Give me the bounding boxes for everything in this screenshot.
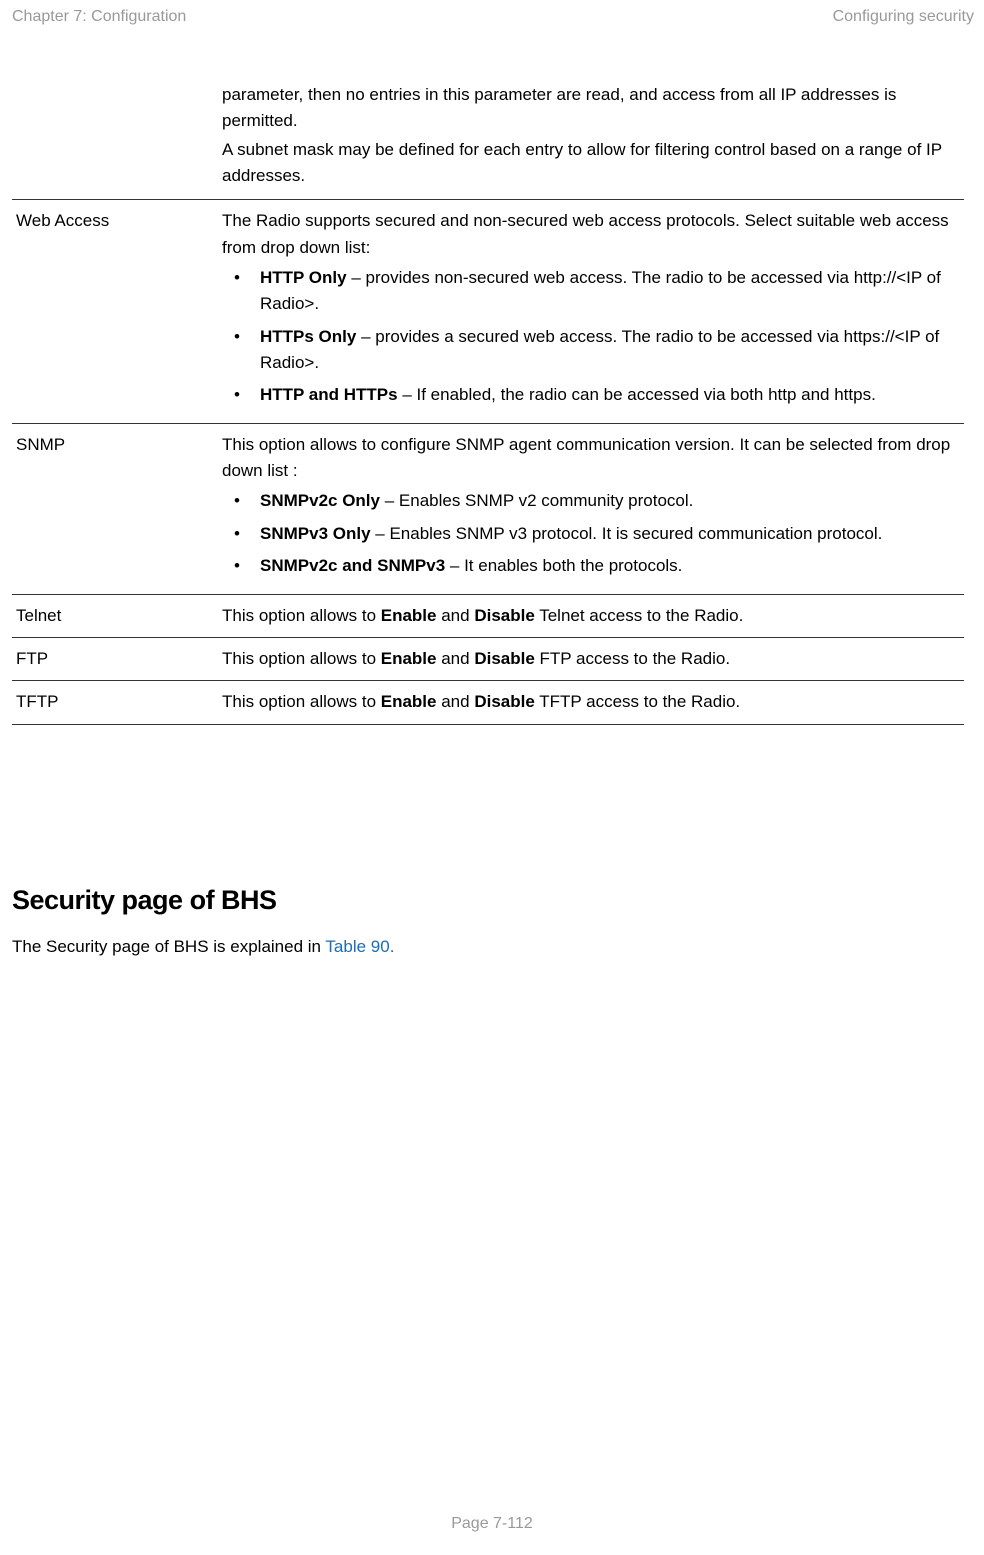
bold-term: HTTPs Only — [260, 327, 356, 346]
section-pre: The Security page of BHS is explained in — [12, 937, 325, 956]
list-item: SNMPv3 Only – Enables SNMP v3 protocol. … — [222, 521, 952, 547]
table-row: Telnet This option allows to Enable and … — [12, 594, 964, 637]
t: FTP access to the Radio. — [535, 649, 730, 668]
row-label: SNMP — [12, 423, 222, 594]
t: This option allows to — [222, 692, 381, 711]
row-desc: This option allows to Enable and Disable… — [222, 594, 964, 637]
list-item: HTTP and HTTPs – If enabled, the radio c… — [222, 382, 952, 408]
row-desc: The Radio supports secured and non-secur… — [222, 200, 964, 423]
item-text: – It enables both the protocols. — [445, 556, 682, 575]
bold-term: HTTP and HTTPs — [260, 385, 398, 404]
item-text: – Enables SNMP v2 community protocol. — [380, 491, 693, 510]
row-label: Telnet — [12, 594, 222, 637]
snmp-list: SNMPv2c Only – Enables SNMP v2 community… — [222, 488, 952, 579]
bold-term: Disable — [474, 692, 534, 711]
list-item: HTTPs Only – provides a secured web acce… — [222, 324, 952, 377]
bold-term: SNMPv3 Only — [260, 524, 371, 543]
t: and — [437, 649, 475, 668]
item-text: – Enables SNMP v3 protocol. It is secure… — [371, 524, 883, 543]
list-item: SNMPv2c and SNMPv3 – It enables both the… — [222, 553, 952, 579]
list-item: HTTP Only – provides non-secured web acc… — [222, 265, 952, 318]
row-label: FTP — [12, 637, 222, 680]
item-text: – provides non-secured web access. The r… — [260, 268, 941, 313]
t: This option allows to — [222, 649, 381, 668]
bold-term: Enable — [381, 692, 437, 711]
table-row: SNMP This option allows to configure SNM… — [12, 423, 964, 594]
section-text: The Security page of BHS is explained in… — [12, 934, 964, 960]
row-desc: This option allows to Enable and Disable… — [222, 637, 964, 680]
row-desc: This option allows to configure SNMP age… — [222, 423, 964, 594]
webaccess-list: HTTP Only – provides non-secured web acc… — [222, 265, 952, 409]
bold-term: SNMPv2c and SNMPv3 — [260, 556, 445, 575]
t: Telnet access to the Radio. — [535, 606, 744, 625]
header-right: Configuring security — [833, 8, 974, 26]
page-footer: Page 7-112 — [0, 1515, 984, 1533]
intro-p2: A subnet mask may be defined for each en… — [222, 137, 952, 190]
bold-term: HTTP Only — [260, 268, 347, 287]
t: and — [437, 692, 475, 711]
row-label: Web Access — [12, 200, 222, 423]
item-text: – provides a secured web access. The rad… — [260, 327, 939, 372]
table-row: TFTP This option allows to Enable and Di… — [12, 681, 964, 724]
bold-term: SNMPv2c Only — [260, 491, 380, 510]
row-desc: This option allows to Enable and Disable… — [222, 681, 964, 724]
t: This option allows to — [222, 606, 381, 625]
section-heading: Security page of BHS — [12, 885, 964, 916]
item-text: – If enabled, the radio can be accessed … — [398, 385, 876, 404]
page-header: Chapter 7: Configuration Configuring sec… — [12, 8, 974, 26]
list-item: SNMPv2c Only – Enables SNMP v2 community… — [222, 488, 952, 514]
config-table: parameter, then no entries in this param… — [12, 74, 964, 725]
bold-term: Disable — [474, 606, 534, 625]
row-label-empty — [12, 74, 222, 200]
row-desc: parameter, then no entries in this param… — [222, 74, 964, 200]
table-link[interactable]: Table 90. — [325, 937, 394, 956]
t: and — [437, 606, 475, 625]
webaccess-intro: The Radio supports secured and non-secur… — [222, 208, 952, 261]
bold-term: Enable — [381, 649, 437, 668]
bold-term: Enable — [381, 606, 437, 625]
header-left: Chapter 7: Configuration — [12, 8, 186, 26]
main-content: parameter, then no entries in this param… — [12, 74, 974, 960]
table-row: Web Access The Radio supports secured an… — [12, 200, 964, 423]
bold-term: Disable — [474, 649, 534, 668]
table-row: parameter, then no entries in this param… — [12, 74, 964, 200]
table-row: FTP This option allows to Enable and Dis… — [12, 637, 964, 680]
t: TFTP access to the Radio. — [535, 692, 740, 711]
intro-p1: parameter, then no entries in this param… — [222, 82, 952, 135]
snmp-intro: This option allows to configure SNMP age… — [222, 432, 952, 485]
row-label: TFTP — [12, 681, 222, 724]
